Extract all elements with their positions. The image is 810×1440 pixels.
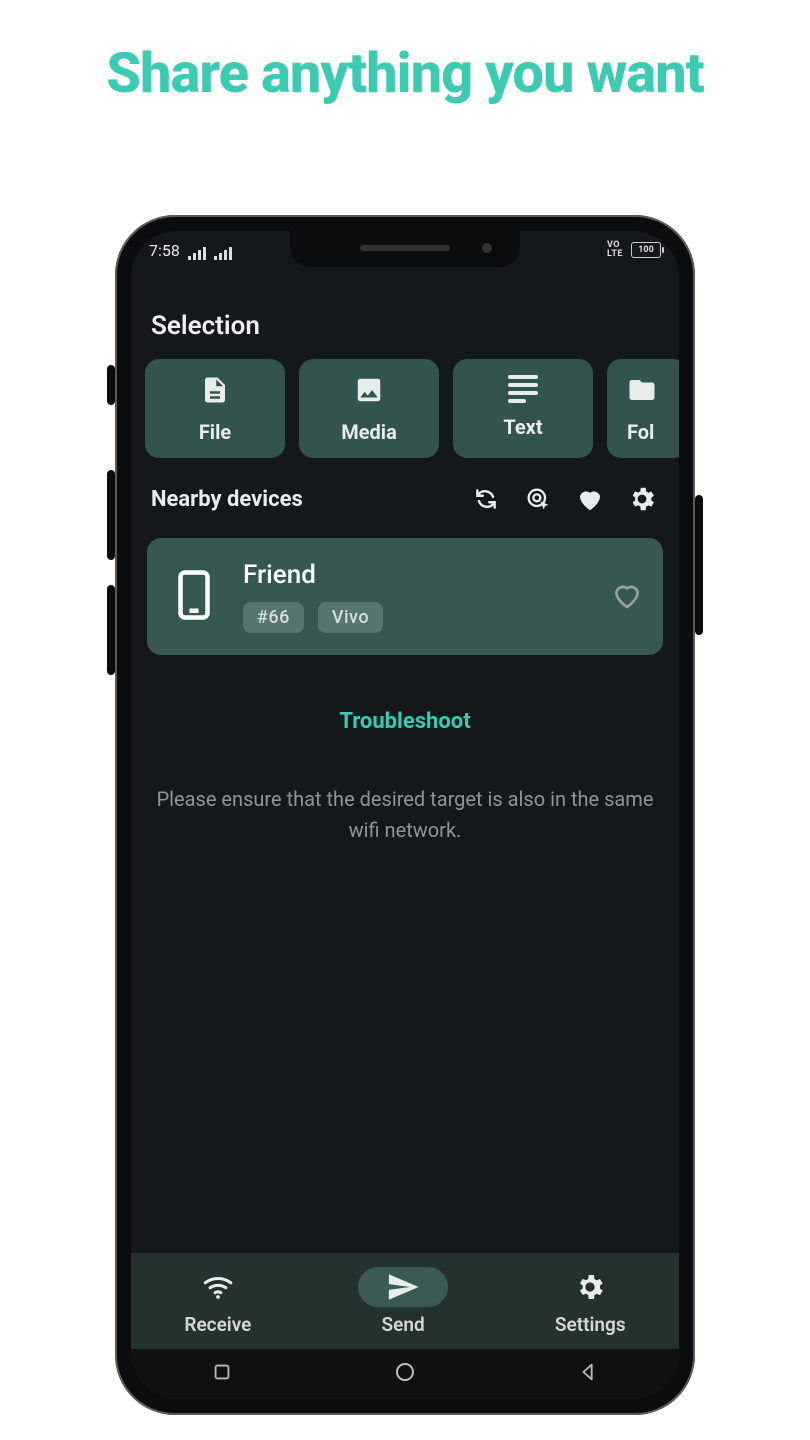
phone-side-button	[695, 495, 703, 635]
phone-screen: 7:58 VOLTE 100 Selection	[131, 231, 679, 1399]
square-icon	[211, 1361, 233, 1383]
image-icon	[354, 375, 384, 410]
target-cursor-icon	[524, 485, 552, 513]
tab-settings[interactable]: Settings	[555, 1267, 626, 1336]
nav-home-button[interactable]	[393, 1360, 417, 1388]
send-icon	[386, 1270, 420, 1304]
circle-icon	[393, 1360, 417, 1384]
wifi-hint-text: Please ensure that the desired target is…	[155, 784, 655, 846]
tab-receive[interactable]: Receive	[184, 1267, 251, 1336]
battery-icon: 100	[631, 242, 661, 258]
device-name: Friend	[243, 560, 383, 590]
favorite-toggle[interactable]	[611, 579, 643, 615]
android-nav-bar	[131, 1349, 679, 1399]
page-title: Selection	[131, 295, 679, 359]
volte-icon: VOLTE	[607, 241, 623, 259]
troubleshoot-link[interactable]: Troubleshoot	[131, 709, 679, 734]
selection-chip-row[interactable]: File Media Text	[131, 359, 679, 458]
refresh-icon	[473, 486, 499, 512]
signal-icon	[188, 247, 206, 260]
tab-label: Send	[382, 1313, 425, 1336]
chip-file[interactable]: File	[145, 359, 285, 458]
chip-label: File	[199, 420, 231, 444]
chip-text[interactable]: Text	[453, 359, 593, 458]
chip-label: Media	[341, 420, 397, 444]
tab-label: Settings	[555, 1313, 626, 1336]
locate-button[interactable]	[521, 482, 555, 516]
nav-back-button[interactable]	[577, 1361, 599, 1387]
gear-icon	[627, 484, 657, 514]
tab-label: Receive	[184, 1313, 251, 1336]
status-bar: 7:58 VOLTE 100	[131, 231, 679, 271]
phone-side-button	[107, 585, 115, 675]
wifi-icon	[201, 1270, 235, 1304]
file-icon	[200, 375, 230, 410]
refresh-button[interactable]	[469, 482, 503, 516]
phone-side-button	[107, 365, 115, 405]
favorites-button[interactable]	[573, 482, 607, 516]
chip-label: Fol	[627, 420, 654, 444]
text-icon	[508, 375, 538, 405]
chip-media[interactable]: Media	[299, 359, 439, 458]
device-id-badge: #66	[243, 602, 304, 633]
phone-side-button	[107, 470, 115, 560]
settings-button[interactable]	[625, 482, 659, 516]
phone-frame: 7:58 VOLTE 100 Selection	[115, 215, 695, 1415]
nearby-devices-label: Nearby devices	[151, 487, 303, 512]
chip-folder[interactable]: Fol	[607, 359, 679, 458]
chip-label: Text	[503, 415, 542, 439]
device-brand-badge: Vivo	[318, 602, 383, 633]
gear-icon	[574, 1271, 606, 1303]
triangle-back-icon	[577, 1361, 599, 1383]
status-time: 7:58	[149, 241, 180, 260]
folder-icon	[627, 375, 657, 410]
heart-icon	[575, 484, 605, 514]
signal-icon	[214, 247, 232, 260]
phone-device-icon	[167, 568, 221, 626]
bottom-tab-bar: Receive Send Settings	[131, 1253, 679, 1349]
tab-send[interactable]: Send	[358, 1267, 448, 1336]
promo-heading: Share anything you want	[0, 40, 810, 106]
device-card[interactable]: Friend #66 Vivo	[147, 538, 663, 655]
nav-recents-button[interactable]	[211, 1361, 233, 1387]
heart-outline-icon	[611, 579, 643, 611]
